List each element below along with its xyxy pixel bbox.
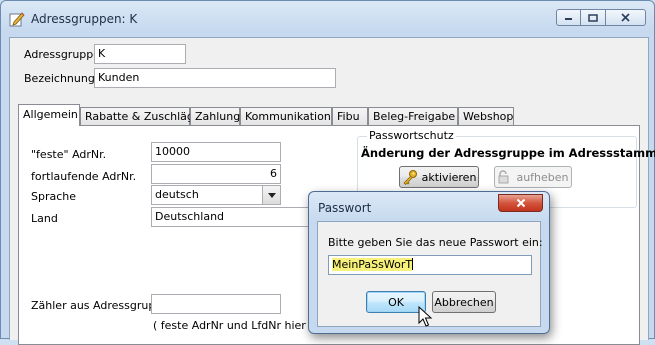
aufheben-button[interactable]: aufheben bbox=[494, 166, 572, 188]
minimize-icon bbox=[565, 18, 572, 20]
tab-rabatte[interactable]: Rabatte & Zuschläge bbox=[80, 107, 201, 125]
zaehler-label: Zähler aus Adressgruppe bbox=[31, 299, 170, 312]
maximize-icon bbox=[588, 13, 598, 22]
title-bar[interactable]: Adressgruppen: K bbox=[1, 1, 654, 37]
dialog-client: Bitte geben Sie das neue Passwort ein: M… bbox=[317, 221, 543, 327]
close-button[interactable] bbox=[606, 9, 646, 26]
tab-allgemein[interactable]: Allgemein bbox=[18, 104, 80, 126]
aktivieren-label: aktivieren bbox=[421, 170, 477, 184]
adressgruppe-label: Adressgruppe bbox=[24, 48, 101, 61]
aufheben-label: aufheben bbox=[516, 170, 569, 184]
zaehler-input[interactable] bbox=[151, 294, 281, 314]
sprache-select[interactable]: deutsch bbox=[151, 185, 281, 205]
window-title: Adressgruppen: K bbox=[31, 12, 138, 26]
dialog-title: Passwort bbox=[318, 201, 372, 215]
edit-pencil-icon bbox=[9, 12, 25, 27]
feste-adrnr-input[interactable]: 10000 bbox=[151, 142, 281, 162]
chevron-down-icon[interactable] bbox=[262, 186, 280, 204]
land-input[interactable]: Deutschland bbox=[151, 207, 321, 227]
close-icon bbox=[621, 13, 630, 22]
password-prompt: Bitte geben Sie das neue Passwort ein: bbox=[328, 236, 543, 249]
close-icon bbox=[516, 198, 525, 208]
password-dialog: Passwort Bitte geben Sie das neue Passwo… bbox=[308, 191, 550, 334]
bezeichnung-label: Bezeichnung bbox=[24, 72, 95, 85]
unlock-icon bbox=[498, 170, 509, 184]
sprache-label: Sprache bbox=[31, 190, 77, 203]
passwortschutz-heading: Änderung der Adressgruppe im Adressstamm bbox=[361, 146, 655, 160]
tab-kommunikation[interactable]: Kommunikation bbox=[240, 107, 332, 125]
fortlaufende-adrnr-input[interactable]: 6 bbox=[151, 164, 281, 184]
window-controls bbox=[556, 9, 646, 26]
dialog-close-button[interactable] bbox=[498, 194, 543, 212]
land-label: Land bbox=[31, 212, 58, 225]
tab-beleg-freigabe[interactable]: Beleg-Freigabe bbox=[368, 107, 458, 125]
ok-label: OK bbox=[388, 295, 404, 309]
password-input[interactable]: MeinPaSsWorT bbox=[328, 255, 532, 275]
aktivieren-button[interactable]: aktivieren bbox=[399, 166, 479, 188]
ok-button[interactable]: OK bbox=[366, 291, 426, 313]
abbrechen-label: Abbrechen bbox=[434, 295, 494, 309]
minimize-button[interactable] bbox=[556, 9, 581, 26]
abbrechen-button[interactable]: Abbrechen bbox=[432, 291, 496, 313]
passwortschutz-legend: Passwortschutz bbox=[367, 129, 456, 142]
sprache-value: deutsch bbox=[155, 188, 199, 201]
feste-adrnr-label: "feste" AdrNr. bbox=[31, 148, 107, 161]
mouse-cursor-icon bbox=[418, 306, 432, 327]
bezeichnung-input[interactable]: Kunden bbox=[94, 68, 336, 88]
tab-webshop[interactable]: Webshop bbox=[458, 107, 514, 125]
tab-zahlung[interactable]: Zahlung bbox=[190, 107, 240, 125]
maximize-button[interactable] bbox=[581, 9, 606, 26]
text-cursor bbox=[412, 258, 414, 270]
tab-fibu[interactable]: Fibu bbox=[332, 107, 368, 125]
fortlaufende-adrnr-label: fortlaufende AdrNr. bbox=[31, 170, 137, 183]
adressgruppe-input[interactable]: K bbox=[94, 44, 186, 64]
key-icon bbox=[403, 170, 417, 185]
password-selected-text: MeinPaSsWorT bbox=[332, 258, 413, 271]
